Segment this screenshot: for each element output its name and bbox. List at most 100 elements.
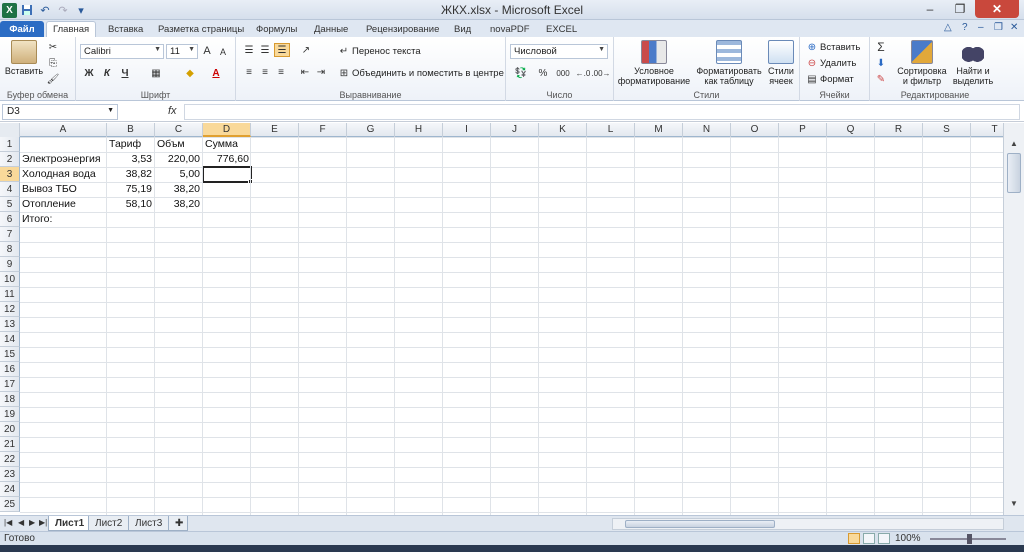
column-header-d[interactable]: D [203,123,251,137]
formula-input[interactable] [184,104,1020,120]
format-cells-icon[interactable]: ▤ [806,73,818,85]
cell-a4[interactable]: Вывоз ТБО [20,182,107,197]
doc-close-icon[interactable]: ✕ [1010,22,1018,33]
tab-insert[interactable]: Вставка [102,21,149,37]
align-middle-icon[interactable]: ☰ [258,44,272,56]
row-header-18[interactable]: 18 [0,392,20,407]
wrap-text-icon[interactable]: ↵ [338,45,350,57]
row-header-10[interactable]: 10 [0,272,20,287]
row-header-23[interactable]: 23 [0,467,20,482]
worksheet-grid[interactable]: ABCDEFGHIJKLMNOPQRST 1 2 3 4 5 6 7 8 9 10 11 12 13 14… [0,123,1003,515]
scroll-up-icon[interactable]: ▲ [1007,137,1021,151]
autosum-button[interactable]: Σ [874,40,888,54]
tab-formulas[interactable]: Формулы [250,21,303,37]
align-bottom-icon[interactable]: ☰ [274,43,290,57]
row-header-16[interactable]: 16 [0,362,20,377]
column-header-p[interactable]: P [779,123,827,137]
sheet-tab-2[interactable]: Лист2 [88,516,130,531]
wrap-text-button[interactable]: Перенос текста [352,46,421,57]
align-center-icon[interactable]: ≡ [258,66,272,78]
sheet-tab-3[interactable]: Лист3 [128,516,170,531]
increase-decimal-icon[interactable]: ←.0 [576,66,591,80]
increase-indent-icon[interactable]: ⇥ [314,66,328,78]
tab-data[interactable]: Данные [308,21,354,37]
format-cells-button[interactable]: Формат [820,74,854,85]
cell-d4[interactable] [203,182,251,197]
row-header-9[interactable]: 9 [0,257,20,272]
cell-b5[interactable]: 58,10 [107,197,154,212]
cell-a5[interactable]: Отопление [20,197,107,212]
cell-b1[interactable]: Тариф [107,137,154,152]
minimize-icon[interactable]: – [915,0,945,18]
column-header-q[interactable]: Q [827,123,875,137]
delete-cells-icon[interactable]: ⊖ [806,57,818,69]
close-icon[interactable]: ✕ [975,0,1019,18]
scroll-down-icon[interactable]: ▼ [1007,497,1021,511]
cells-area[interactable]: Тариф Объм Сумма Электроэнергия 3,53 220… [20,137,1003,515]
column-header-i[interactable]: I [443,123,491,137]
fill-icon[interactable]: ⬇ [874,57,888,69]
row-header-1[interactable]: 1 [0,137,20,152]
row-header-5[interactable]: 5 [0,197,20,212]
last-sheet-icon[interactable]: ▶| [39,518,47,527]
font-color-button[interactable]: A [208,66,224,80]
cell-c2[interactable]: 220,00 [155,152,202,167]
vertical-scrollbar[interactable]: ▲ ▼ [1003,123,1024,515]
horizontal-scroll-thumb[interactable] [625,520,775,528]
orientation-icon[interactable]: ↗ [298,44,314,56]
column-header-h[interactable]: H [395,123,443,137]
borders-icon[interactable]: ▦ [148,66,164,80]
decrease-decimal-icon[interactable]: .00→ [591,66,610,80]
select-all-corner[interactable] [0,123,20,137]
currency-format-icon[interactable]: 💱 [512,66,530,80]
align-right-icon[interactable]: ≡ [274,66,288,78]
copy-icon[interactable]: ⎘ [46,57,60,69]
column-header-j[interactable]: J [491,123,539,137]
row-header-7[interactable]: 7 [0,227,20,242]
cell-c4[interactable]: 38,20 [155,182,202,197]
cell-b4[interactable]: 75,19 [107,182,154,197]
column-header-l[interactable]: L [587,123,635,137]
sort-filter-button[interactable]: Сортировка и фильтр [894,40,950,86]
merge-center-button[interactable]: Объединить и поместить в центре [352,68,504,79]
row-header-8[interactable]: 8 [0,242,20,257]
doc-restore-icon[interactable]: ❐ [994,22,1003,33]
cell-c3[interactable]: 5,00 [155,167,202,182]
zoom-level[interactable]: 100% [895,533,921,544]
page-layout-view-icon[interactable] [863,533,875,544]
bold-button[interactable]: Ж [82,66,96,80]
column-header-b[interactable]: B [107,123,155,137]
percent-button[interactable]: % [536,66,550,80]
cell-c5[interactable]: 38,20 [155,197,202,212]
row-header-21[interactable]: 21 [0,437,20,452]
first-sheet-icon[interactable]: |◀ [4,518,12,527]
column-header-s[interactable]: S [923,123,971,137]
cell-d2[interactable]: 776,60 [203,152,251,167]
underline-button[interactable]: Ч [118,66,132,80]
row-header-6[interactable]: 6 [0,212,20,227]
column-header-a[interactable]: A [20,123,107,137]
active-cell-selection[interactable] [202,166,252,183]
row-header-24[interactable]: 24 [0,482,20,497]
tab-page-layout[interactable]: Разметка страницы [152,21,250,37]
normal-view-icon[interactable] [848,533,860,544]
help-icon[interactable]: ? [962,22,968,33]
row-header-11[interactable]: 11 [0,287,20,302]
merge-center-icon[interactable]: ⊞ [338,67,350,79]
row-header-19[interactable]: 19 [0,407,20,422]
cell-a2[interactable]: Электроэнергия [20,152,107,167]
cell-d5[interactable] [203,197,251,212]
row-header-22[interactable]: 22 [0,452,20,467]
row-header-3[interactable]: 3 [0,167,20,182]
clear-icon[interactable]: ✎ [874,73,888,85]
doc-minimize-icon[interactable]: – [978,22,984,33]
column-header-g[interactable]: G [347,123,395,137]
column-header-o[interactable]: O [731,123,779,137]
delete-cells-button[interactable]: Удалить [820,58,856,69]
tab-review[interactable]: Рецензирование [360,21,445,37]
restore-icon[interactable]: ❐ [945,0,975,18]
name-box[interactable]: D3 ▼ [2,104,118,120]
zoom-slider-thumb[interactable] [967,534,972,544]
insert-sheet-icon[interactable]: ✚ [168,516,188,531]
align-left-icon[interactable]: ≡ [242,66,256,78]
